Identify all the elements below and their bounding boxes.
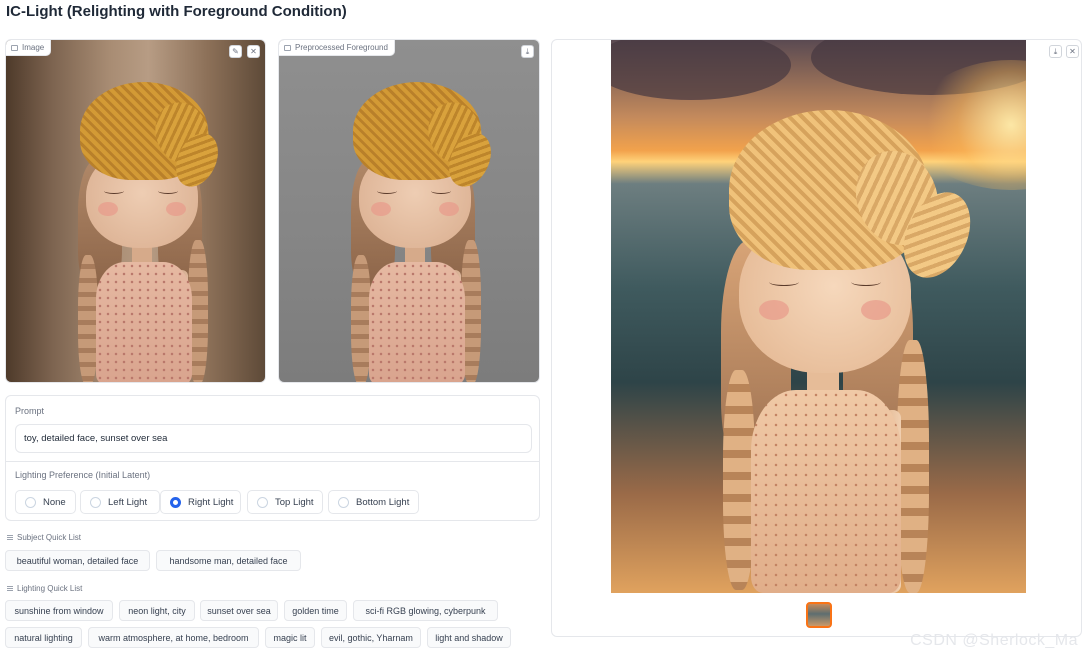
lighting-chip[interactable]: natural lighting bbox=[5, 627, 82, 648]
lighting-chip[interactable]: light and shadow bbox=[427, 627, 511, 648]
radio-label: None bbox=[43, 496, 66, 508]
preprocessed-foreground-panel[interactable]: Preprocessed Foreground ⤓ bbox=[278, 39, 540, 383]
page-title: IC-Light (Relighting with Foreground Con… bbox=[6, 3, 347, 20]
subject-quick-list-label: Subject Quick List bbox=[7, 533, 81, 542]
list-icon bbox=[7, 535, 13, 540]
download-icon[interactable]: ⤓ bbox=[521, 45, 534, 58]
doll-figure bbox=[611, 40, 1026, 593]
radio-circle bbox=[90, 496, 101, 508]
subject-chip[interactable]: handsome man, detailed face bbox=[156, 550, 301, 571]
lighting-quick-list-label: Lighting Quick List bbox=[7, 584, 82, 593]
close-icon[interactable]: ✕ bbox=[247, 45, 260, 58]
input-image-label-text: Image bbox=[22, 43, 45, 52]
preprocessed-foreground-label-text: Preprocessed Foreground bbox=[295, 43, 388, 52]
pencil-icon[interactable]: ✎ bbox=[229, 45, 242, 58]
divider bbox=[6, 461, 539, 462]
lighting-quick-list-text: Lighting Quick List bbox=[17, 584, 83, 593]
preprocessed-doll-image bbox=[279, 40, 539, 382]
radio-circle bbox=[257, 496, 268, 508]
radio-circle bbox=[25, 496, 36, 508]
input-doll-image bbox=[6, 40, 265, 382]
subject-chip[interactable]: beautiful woman, detailed face bbox=[5, 550, 150, 571]
prompt-settings-block: Prompt toy, detailed face, sunset over s… bbox=[5, 395, 540, 521]
lighting-chip[interactable]: sunset over sea bbox=[200, 600, 278, 621]
radio-label: Right Light bbox=[188, 496, 234, 508]
prompt-input[interactable]: toy, detailed face, sunset over sea bbox=[15, 424, 532, 453]
radio-label: Top Light bbox=[275, 496, 314, 508]
download-icon[interactable]: ⤓ bbox=[1049, 45, 1062, 58]
image-icon bbox=[11, 44, 18, 51]
radio-bottom-light[interactable]: Bottom Light bbox=[328, 490, 419, 514]
lighting-chip[interactable]: warm atmosphere, at home, bedroom bbox=[88, 627, 259, 648]
lighting-chip[interactable]: golden time bbox=[284, 600, 347, 621]
radio-label: Bottom Light bbox=[356, 496, 410, 508]
image-icon bbox=[284, 44, 291, 51]
doll-figure bbox=[6, 40, 265, 382]
lighting-chip[interactable]: evil, gothic, Yharnam bbox=[321, 627, 421, 648]
lighting-chip[interactable]: magic lit bbox=[265, 627, 315, 648]
result-thumbnail[interactable] bbox=[806, 602, 832, 628]
radio-label: Left Light bbox=[108, 496, 148, 508]
close-icon[interactable]: ✕ bbox=[1066, 45, 1079, 58]
doll-figure bbox=[279, 40, 539, 382]
input-image-label: Image bbox=[6, 40, 52, 56]
radio-circle bbox=[338, 496, 349, 508]
preprocessed-foreground-label: Preprocessed Foreground bbox=[279, 40, 395, 56]
radio-top-light[interactable]: Top Light bbox=[247, 490, 323, 514]
watermark: CSDN @Sherlock_Ma bbox=[910, 632, 1078, 649]
radio-left-light[interactable]: Left Light bbox=[80, 490, 160, 514]
radio-right-light[interactable]: Right Light bbox=[160, 490, 241, 514]
prompt-label: Prompt bbox=[15, 406, 45, 416]
result-relit-image[interactable] bbox=[611, 40, 1026, 593]
input-image-panel[interactable]: Image ✎ ✕ bbox=[5, 39, 266, 383]
lighting-chip[interactable]: neon light, city bbox=[119, 600, 195, 621]
lighting-chip[interactable]: sci-fi RGB glowing, cyberpunk bbox=[353, 600, 498, 621]
lighting-preference-label: Lighting Preference (Initial Latent) bbox=[15, 470, 151, 480]
lighting-chip[interactable]: sunshine from window bbox=[5, 600, 113, 621]
radio-circle-selected bbox=[170, 496, 181, 508]
radio-none[interactable]: None bbox=[15, 490, 76, 514]
result-gallery-panel: ⤓ ✕ bbox=[551, 39, 1082, 637]
list-icon bbox=[7, 586, 13, 591]
subject-quick-list-text: Subject Quick List bbox=[17, 533, 82, 542]
